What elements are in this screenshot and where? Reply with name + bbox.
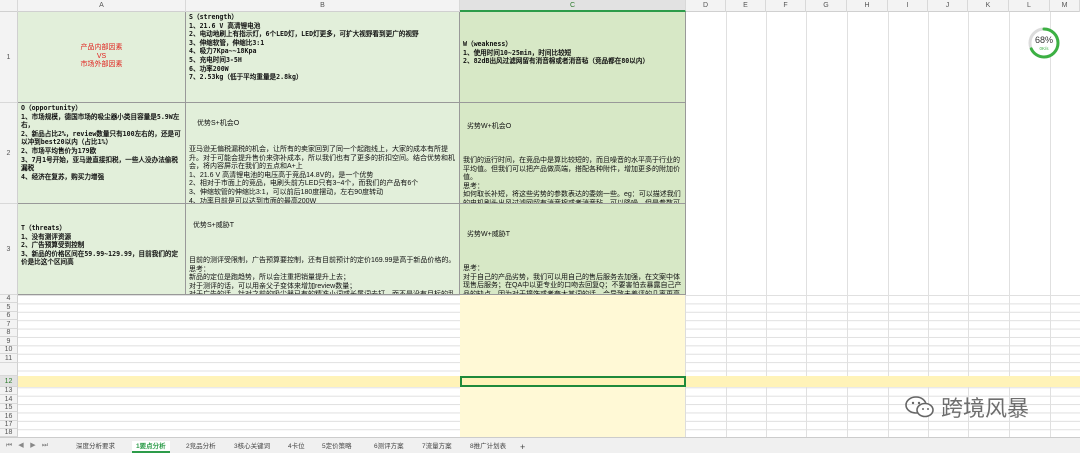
column-header-j[interactable]: J	[928, 0, 968, 12]
row-header-6[interactable]: 6	[0, 312, 18, 320]
gauge-percent: 68%	[1034, 35, 1053, 45]
row-header-7[interactable]: 7	[0, 320, 18, 329]
column-header-l[interactable]: L	[1009, 0, 1050, 12]
column-header-i[interactable]: I	[888, 0, 928, 12]
row-header-17[interactable]: 17	[0, 421, 18, 429]
column-header-e[interactable]: E	[726, 0, 766, 12]
cell-b1[interactable]: S（strength） 1、21.6 V 高清锂电池 2、电动地刷上有指示灯，6…	[186, 12, 460, 103]
cell-a1-text: 产品内部因素 VS 市场外部因素	[80, 44, 123, 69]
row-header-1[interactable]: 1	[0, 12, 18, 103]
sheet-tab-6[interactable]: 6测评方案	[370, 441, 408, 453]
cell-c2[interactable]: 劣势W+机会O 我们的运行时间，在竞品中是算比较短的，而且噪音的水平高于行业的平…	[460, 103, 686, 204]
cell-b3-body: 目前的测评受限制，广告预算要控制，还有目前预计的定价169.99是高于新品价格的…	[189, 256, 456, 295]
row-header-10[interactable]: 10	[0, 346, 18, 354]
row-header-8[interactable]: 8	[0, 329, 18, 337]
cell-c3-body: 思考： 对于自己的产品劣势，我们可以用自己的售后服务去加强，在文案中体现售后服务…	[463, 264, 682, 295]
column-c-fill	[460, 295, 686, 437]
wechat-watermark: 跨境风暴	[905, 391, 1029, 423]
network-speed-gauge[interactable]: 68% 0K/s	[1028, 27, 1060, 59]
sheet-tab-3[interactable]: 3核心关键词	[230, 441, 274, 453]
row-header-15[interactable]: 15	[0, 404, 18, 412]
column-header-m[interactable]: M	[1050, 0, 1080, 12]
first-sheet-icon[interactable]: ⏮	[4, 441, 14, 451]
cell-c2-title: 劣势W+机会O	[467, 123, 512, 131]
cell-a2[interactable]: O（opportunity） 1、市场规模，德国市场的吸尘器小类目容量是5.9W…	[18, 103, 186, 204]
column-header-a[interactable]: A	[18, 0, 186, 12]
row-header-11[interactable]: 11	[0, 354, 18, 363]
sheet-tab-8[interactable]: 8推广计划表	[466, 441, 510, 453]
cell-c1[interactable]: W（weakness） 1、使用时间10~25min，时间比较短 2、82dB出…	[460, 12, 686, 103]
cell-c2-body: 我们的运行时间，在竞品中是算比较短的，而且噪音的水平高于行业的平均值。但我们可以…	[463, 156, 681, 204]
column-header-h[interactable]: H	[847, 0, 888, 12]
row-header-13[interactable]: 13	[0, 387, 18, 395]
row-header-5[interactable]: 5	[0, 303, 18, 312]
row-header-11b[interactable]	[0, 363, 18, 376]
cell-a3[interactable]: T（threats） 1、没有测评资源 2、广告预算受到控制 3、新品的价格区间…	[18, 204, 186, 295]
row-header-14[interactable]: 14	[0, 395, 18, 404]
column-header-bar: A B C D E F G H I J K L M	[0, 0, 1080, 12]
column-header-c[interactable]: C	[460, 0, 686, 12]
row-header-2[interactable]: 2	[0, 103, 18, 204]
last-sheet-icon[interactable]: ⏭	[40, 441, 50, 451]
sheet-tab-7[interactable]: 7流量方案	[418, 441, 456, 453]
cell-b2-body: 亚马逊无偏税漏税的机会，让所有的卖家回到了同一个起跑线上，大家的成本有所提升。对…	[189, 145, 455, 204]
cell-c3[interactable]: 劣势W+威胁T 思考： 对于自己的产品劣势，我们可以用自己的售后服务去加强，在文…	[460, 204, 686, 295]
wechat-icon	[905, 396, 934, 418]
add-sheet-button[interactable]: +	[516, 441, 529, 453]
sheet-tab-0[interactable]: 深度分析要求	[72, 441, 119, 453]
column-header-f[interactable]: F	[766, 0, 806, 12]
cell-b3[interactable]: 优势S+威胁T 目前的测评受限制，广告预算要控制，还有目前预计的定价169.99…	[186, 204, 460, 295]
cell-c3-title: 劣势W+威胁T	[467, 231, 510, 239]
cell-b3-title: 优势S+威胁T	[193, 222, 235, 230]
next-sheet-icon[interactable]: ▶	[28, 441, 38, 451]
select-all-corner[interactable]	[0, 0, 18, 12]
cell-b2[interactable]: 优势S+机会O 亚马逊无偏税漏税的机会，让所有的卖家回到了同一个起跑线上，大家的…	[186, 103, 460, 204]
row-header-12[interactable]: 12	[0, 376, 18, 387]
cell-a1[interactable]: 产品内部因素 VS 市场外部因素	[18, 12, 186, 103]
watermark-text: 跨境风暴	[941, 397, 1030, 422]
selected-cell-c12[interactable]	[460, 376, 686, 387]
sheet-tab-5[interactable]: 5定价策略	[318, 441, 356, 453]
row-header-18[interactable]: 18	[0, 429, 18, 437]
row-header-16[interactable]: 16	[0, 412, 18, 421]
gauge-rate: 0K/s	[1039, 46, 1049, 51]
row-header-9[interactable]: 9	[0, 337, 18, 346]
column-header-g[interactable]: G	[806, 0, 847, 12]
column-header-d[interactable]: D	[686, 0, 726, 12]
cell-b2-title: 优势S+机会O	[197, 120, 240, 128]
column-header-b[interactable]: B	[186, 0, 460, 12]
sheet-tab-1[interactable]: 1要点分析	[132, 441, 170, 453]
row-header-4[interactable]: 4	[0, 295, 18, 303]
column-header-k[interactable]: K	[968, 0, 1009, 12]
prev-sheet-icon[interactable]: ◀	[16, 441, 26, 451]
sheet-tab-bar: ⏮ ◀ ▶ ⏭ 深度分析要求 1要点分析 2竞品分析 3核心关键词 4卡位 5定…	[0, 437, 1080, 453]
sheet-tab-2[interactable]: 2竞品分析	[182, 441, 220, 453]
sheet-tab-4[interactable]: 4卡位	[284, 441, 309, 453]
row-header-3[interactable]: 3	[0, 204, 18, 295]
